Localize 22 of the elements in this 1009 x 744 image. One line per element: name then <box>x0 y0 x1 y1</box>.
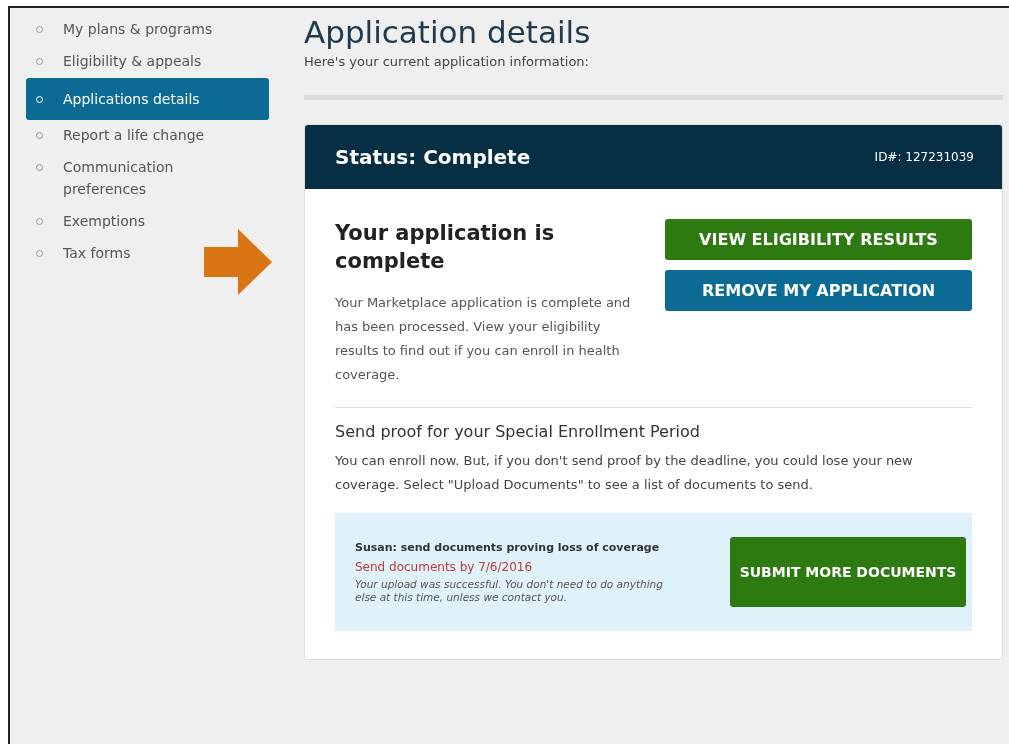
arrow-icon <box>204 229 272 295</box>
page-title: Application details <box>304 14 592 50</box>
sidebar-item[interactable]: Eligibility & appeals <box>26 46 269 78</box>
action-button[interactable]: VIEW ELIGIBILITY RESULTS <box>665 219 972 260</box>
page-subtitle: Here's your current application information: <box>304 54 590 69</box>
proof-heading: Send proof for your Special Enrollment Period <box>335 422 701 441</box>
sidebar-item[interactable]: My plans & programs <box>26 14 269 46</box>
application-id: ID#: 127231039 <box>874 150 974 164</box>
task-deadline: Send documents by 7/6/2016 <box>355 559 534 574</box>
status-heading: Your application is complete <box>335 220 556 275</box>
task-title: Susan: send documents proving loss of coverage <box>355 540 661 554</box>
sidebar-item[interactable]: Communication preferences <box>26 152 269 206</box>
task-note: Your upload was successful. You don't need to do anything else at this time, unless we contact you. <box>355 577 664 604</box>
sidebar-item[interactable]: Exemptions <box>26 206 269 238</box>
submit-button[interactable]: SUBMIT MORE DOCUMENTS <box>730 537 966 607</box>
sidebar-item[interactable]: Report a life change <box>26 120 269 152</box>
sidebar-item[interactable]: Tax forms <box>26 238 269 270</box>
sidebar-item[interactable]: Applications details <box>26 78 269 120</box>
proof-text: You can enroll now. But, if you don't send proof by the deadline, you could lose your new coverage. Select "Upload Documents" to see a list of documents to send. <box>335 452 914 494</box>
status-description: Your Marketplace application is complete and has been processed. View your eligibility results to find out if you can enroll in health coverage. <box>335 294 632 384</box>
action-button[interactable]: REMOVE MY APPLICATION <box>665 270 972 311</box>
status-title: Status: Complete <box>335 145 531 169</box>
